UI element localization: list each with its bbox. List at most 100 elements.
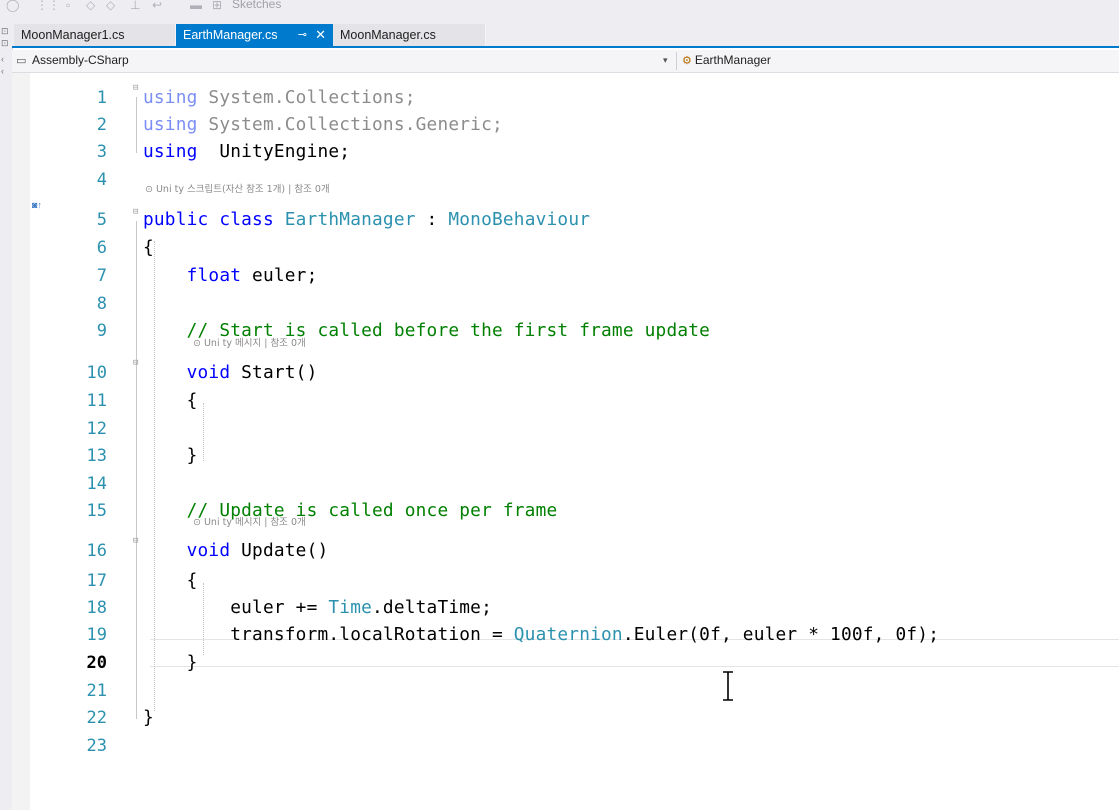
code-token: euler; [241, 265, 318, 286]
project-dropdown[interactable]: ▭ Assembly-CSharp [16, 51, 674, 70]
type-dropdown[interactable]: ⚙ EarthManager [682, 51, 771, 71]
toolbar-icon[interactable]: ◇ [106, 0, 115, 11]
toolbox-icon[interactable]: ⊡ [1, 26, 9, 36]
code-token: Update() [230, 540, 329, 561]
code-token: { [143, 570, 198, 591]
toolbar-icon[interactable]: ⊥ [130, 0, 140, 11]
line-number: 4 [96, 170, 107, 190]
code-line[interactable]: public class EarthManager : MonoBehaviou… [143, 209, 590, 230]
code-line[interactable]: void Update() [143, 540, 329, 561]
back-icon[interactable]: ◯ [6, 0, 19, 11]
unity-script-icon: ◙↑ [32, 200, 42, 210]
line-number: 9 [96, 321, 107, 341]
code-token: } [143, 445, 198, 466]
line-number: 18 [86, 598, 107, 618]
code-token: public [143, 209, 209, 230]
code-line[interactable]: { [143, 390, 198, 411]
collapse-icon[interactable]: ⊟ [133, 83, 138, 93]
toolbar-label[interactable]: Sketches [232, 0, 281, 11]
code-token: UnityEngine; [197, 141, 351, 162]
code-editor[interactable]: ◙↑ 1 2 3 4 5 6 7 8 9 10 11 12 13 14 15 16 17 18 19 20 21 22 23… [12, 73, 1119, 810]
code-line[interactable]: { [143, 237, 154, 258]
code-token: EarthManager [284, 209, 416, 230]
line-number: 11 [86, 391, 107, 411]
toolbar-icon[interactable]: ⋮⋮ [36, 0, 60, 11]
code-line[interactable]: using System.Collections.Generic; [143, 114, 503, 135]
line-number: 1 [96, 88, 107, 108]
code-token: using [143, 87, 198, 108]
code-line[interactable]: float euler; [143, 265, 318, 286]
line-number: 6 [96, 238, 107, 258]
project-icon: ▭ [16, 55, 27, 67]
text-cursor-icon [723, 671, 733, 701]
code-token: System.Collections; [197, 87, 416, 108]
chevron-icon[interactable]: ‹ [1, 54, 4, 64]
code-token: void [186, 540, 231, 561]
code-line[interactable]: } [143, 652, 198, 673]
code-token: { [143, 390, 198, 411]
code-line[interactable]: } [143, 445, 198, 466]
code-line[interactable]: void Start() [143, 362, 318, 383]
glyph-margin [12, 73, 30, 810]
codelens-start[interactable]: ⊙ Uni ty 메시지 | 참조 0개 [193, 335, 306, 349]
code-token: float [186, 265, 242, 286]
toolbar-icon[interactable]: ▬ [190, 0, 202, 11]
line-number: 15 [86, 501, 107, 521]
code-line[interactable]: using System.Collections; [143, 87, 416, 108]
code-line[interactable]: using UnityEngine; [143, 141, 350, 162]
code-token: Time [328, 597, 373, 618]
toolbar-icon[interactable]: ↩ [152, 0, 162, 11]
line-number: 16 [86, 541, 107, 561]
navigation-bar: ▭ Assembly-CSharp ▾ ⚙ EarthManager [12, 50, 1119, 73]
type-name: EarthManager [694, 53, 771, 67]
divider [676, 52, 677, 70]
code-token: } [143, 707, 154, 728]
outline-line [136, 550, 137, 662]
toolbar-icon[interactable]: ⊞ [212, 0, 222, 11]
outline-line [136, 97, 137, 153]
toolbar-icon[interactable]: ▫ [66, 0, 70, 11]
toolbar-icon[interactable]: ◇ [86, 0, 95, 11]
collapse-icon[interactable]: ⊟ [133, 207, 138, 217]
line-number: 3 [96, 142, 107, 162]
tab-label: EarthManager.cs [183, 28, 278, 42]
tab-earthmanager[interactable]: EarthManager.cs ⊸ ✕ [176, 24, 333, 46]
outline-line [136, 372, 137, 460]
code-token: using [143, 141, 198, 162]
close-icon[interactable]: ✕ [315, 24, 326, 46]
class-icon: ⚙ [682, 55, 692, 67]
pin-icon[interactable]: ⊸ [298, 24, 307, 46]
codelens-update[interactable]: ⊙ Uni ty 메시지 | 참조 0개 [193, 514, 306, 528]
code-line[interactable]: } [143, 707, 154, 728]
toolbox-icon[interactable]: ⊡ [1, 38, 9, 48]
line-number: 23 [86, 736, 107, 756]
code-line[interactable]: { [143, 570, 198, 591]
chevron-icon[interactable]: ‹ [1, 66, 4, 76]
collapse-icon[interactable]: ⊟ [133, 536, 138, 546]
code-line[interactable]: euler += Time.deltaTime; [143, 597, 492, 618]
code-token: Start() [230, 362, 318, 383]
code-token: .deltaTime; [372, 597, 492, 618]
line-number: 22 [86, 708, 107, 728]
code-line[interactable]: transform.localRotation = Quaternion.Eul… [143, 624, 939, 645]
toolbar: ◯ ⋮⋮ ▫ ◇ ◇ ⊥ ↩ ▬ ⊞ Sketches [0, 0, 1119, 25]
collapse-icon[interactable]: ⊟ [133, 358, 138, 368]
tab-moonmanager[interactable]: MoonManager.cs [333, 24, 486, 46]
chevron-down-icon[interactable]: ▾ [663, 51, 668, 70]
line-number: 12 [86, 419, 107, 439]
tab-underline [12, 46, 1119, 48]
line-number: 10 [86, 363, 107, 383]
tab-moonmanager1[interactable]: MoonManager1.cs [14, 24, 176, 46]
line-number: 21 [86, 681, 107, 701]
code-token: Quaternion [513, 624, 623, 645]
code-token: MonoBehaviour [448, 209, 591, 230]
line-number: 8 [96, 294, 107, 314]
codelens-class[interactable]: ⊙ Uni ty 스크립트(자산 참조 1개) | 참조 0개 [145, 181, 330, 195]
code-token: { [143, 237, 154, 258]
code-token: : [415, 209, 449, 230]
